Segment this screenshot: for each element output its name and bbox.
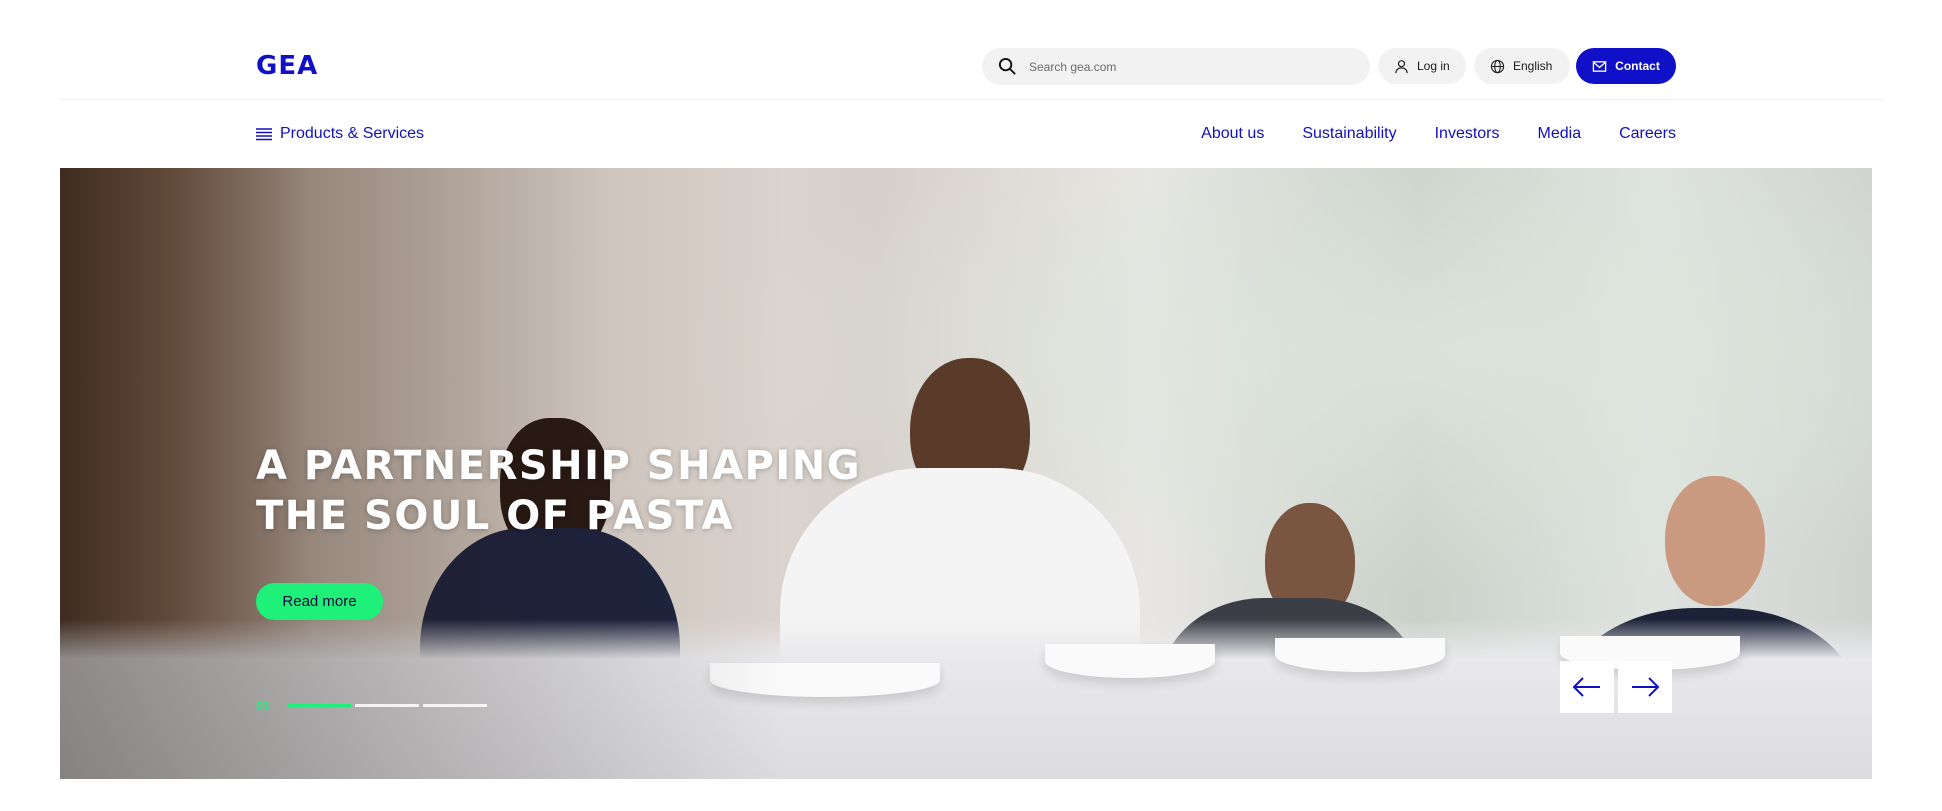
nav-sustainability[interactable]: Sustainability bbox=[1302, 125, 1396, 143]
hero-headline: A PARTNERSHIP SHAPING THE SOUL OF PASTA bbox=[256, 441, 956, 541]
arrow-right-icon bbox=[1632, 677, 1660, 697]
login-button[interactable]: Log in bbox=[1378, 48, 1466, 84]
hero-carousel: A PARTNERSHIP SHAPING THE SOUL OF PASTA … bbox=[60, 168, 1872, 779]
hero-photo-person bbox=[1665, 476, 1765, 606]
search-icon bbox=[998, 57, 1016, 75]
arrow-left-icon bbox=[1572, 677, 1600, 697]
menu-icon bbox=[256, 128, 272, 141]
mail-icon bbox=[1592, 60, 1607, 72]
nav-about-us[interactable]: About us bbox=[1201, 125, 1264, 143]
hero-headline-line2: THE SOUL OF PASTA bbox=[256, 493, 735, 539]
search-bar[interactable] bbox=[982, 48, 1370, 85]
nav-media[interactable]: Media bbox=[1538, 125, 1582, 143]
hero-photo-bowl bbox=[1045, 644, 1215, 678]
svg-text:GEA: GEA bbox=[256, 52, 318, 78]
slide-indicator-1[interactable] bbox=[287, 704, 351, 707]
user-icon bbox=[1395, 59, 1408, 73]
products-services-menu[interactable]: Products & Services bbox=[256, 125, 424, 143]
globe-icon bbox=[1490, 59, 1505, 73]
next-slide-button[interactable] bbox=[1618, 661, 1672, 713]
slide-indicator-3[interactable] bbox=[423, 704, 487, 707]
top-header: GEA Log in English Contact bbox=[0, 0, 1942, 100]
header-divider bbox=[60, 99, 1882, 100]
contact-button[interactable]: Contact bbox=[1576, 48, 1676, 84]
read-more-button[interactable]: Read more bbox=[256, 583, 383, 620]
hero-headline-line1: A PARTNERSHIP SHAPING bbox=[256, 443, 862, 489]
previous-slide-button[interactable] bbox=[1560, 661, 1614, 713]
language-selector[interactable]: English bbox=[1474, 48, 1570, 84]
contact-label: Contact bbox=[1615, 59, 1660, 73]
slide-indicator-2[interactable] bbox=[355, 704, 419, 707]
language-label: English bbox=[1513, 59, 1553, 73]
nav-careers[interactable]: Careers bbox=[1619, 125, 1676, 143]
main-nav: About us Sustainability Investors Media … bbox=[1201, 125, 1676, 143]
slide-number: 01 bbox=[256, 698, 271, 713]
products-services-label: Products & Services bbox=[280, 125, 425, 142]
login-label: Log in bbox=[1417, 59, 1450, 73]
search-input[interactable] bbox=[1029, 59, 1329, 74]
nav-investors[interactable]: Investors bbox=[1435, 125, 1500, 143]
hero-photo-bowl bbox=[1275, 638, 1445, 672]
gea-logo[interactable]: GEA bbox=[256, 52, 334, 78]
